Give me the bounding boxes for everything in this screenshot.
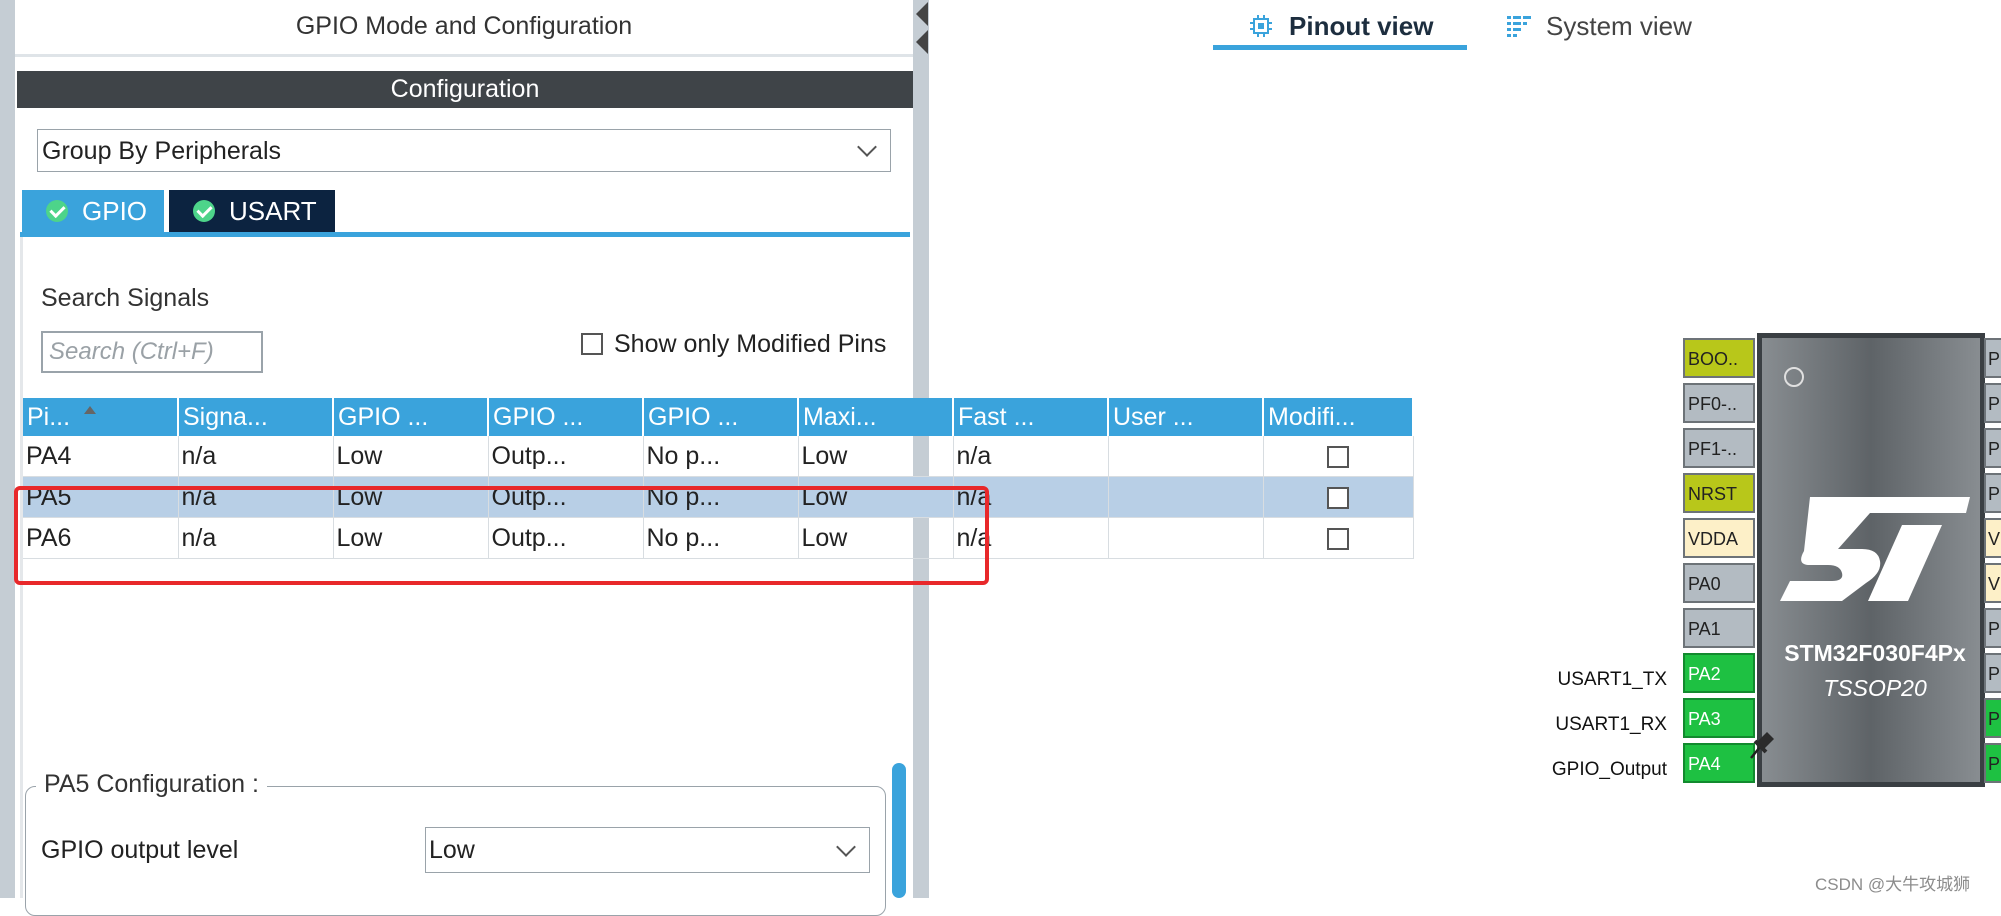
- gpio-output-level-select[interactable]: Low: [425, 827, 870, 873]
- gpio-output-level-value: Low: [429, 836, 475, 864]
- column-header-signal[interactable]: Signa...: [178, 398, 334, 436]
- pin-right-2[interactable]: P: [1984, 383, 2001, 423]
- pin-right-7[interactable]: P: [1984, 608, 2001, 648]
- chip-name: STM32F030F4Px: [1784, 640, 1966, 666]
- signal-label-usart1-tx: USART1_TX: [1557, 669, 1667, 690]
- pin-pf1[interactable]: PF1-..: [1683, 428, 1755, 468]
- pin-pa4[interactable]: PA4: [1683, 743, 1755, 783]
- st-logo-icon: [1780, 497, 1970, 601]
- tab-gpio-label: GPIO: [82, 196, 148, 226]
- collapse-left-icon[interactable]: [916, 2, 928, 26]
- configuration-header: Configuration: [17, 71, 913, 108]
- tab-system-view[interactable]: System view: [1500, 6, 1720, 50]
- pin-vdda[interactable]: VDDA: [1683, 518, 1755, 558]
- cell-max-speed: Low: [798, 436, 954, 477]
- pin-right-4[interactable]: P: [1984, 473, 2001, 513]
- tab-gpio[interactable]: GPIO: [22, 190, 164, 232]
- tab-usart-label: USART: [229, 196, 317, 226]
- pin-right-3[interactable]: P: [1984, 428, 2001, 468]
- pin-right-1[interactable]: P: [1984, 338, 2001, 378]
- cell-user-label: [1108, 436, 1264, 477]
- pin-right-8[interactable]: P: [1984, 653, 2001, 693]
- sort-ascending-icon: [84, 405, 97, 414]
- column-header-gpio-pull[interactable]: GPIO ...: [643, 398, 799, 436]
- pin-pa2[interactable]: PA2: [1683, 653, 1755, 693]
- gpio-output-level-label: GPIO output level: [41, 836, 239, 864]
- chip-package-name: TSSOP20: [1823, 675, 1927, 701]
- pin-nrst[interactable]: NRST: [1683, 473, 1755, 513]
- column-header-max-speed[interactable]: Maxi...: [798, 398, 954, 436]
- signal-label-usart1-rx: USART1_RX: [1555, 714, 1667, 735]
- pin-right-5[interactable]: V: [1984, 518, 2001, 558]
- modified-checkbox[interactable]: [1327, 445, 1349, 468]
- chevron-down-icon: [836, 837, 856, 857]
- check-circle-icon: [193, 200, 215, 222]
- cell-user-label: [1108, 476, 1264, 518]
- modified-checkbox[interactable]: [1327, 486, 1349, 509]
- pinout-view-label: Pinout view: [1289, 11, 1434, 41]
- check-circle-icon: [46, 200, 68, 222]
- pin-right-6[interactable]: V: [1984, 563, 2001, 603]
- pin-pa3[interactable]: PA3: [1683, 698, 1755, 738]
- column-header-fast-mode[interactable]: Fast ...: [953, 398, 1109, 436]
- search-signals-label: Search Signals: [41, 284, 210, 312]
- tab-usart[interactable]: USART: [169, 190, 335, 232]
- table-row[interactable]: PA4 n/a Low Outp... No p... Low n/a: [23, 436, 1414, 477]
- show-modified-label: Show only Modified Pins: [614, 330, 887, 358]
- pin-right-10[interactable]: P: [1984, 743, 2001, 783]
- tab-pinout-view[interactable]: Pinout view: [1213, 6, 1467, 50]
- column-header-user-label[interactable]: User ...: [1108, 398, 1264, 436]
- cell-signal: n/a: [178, 436, 334, 477]
- watermark-text: CSDN @大牛攻城狮: [1815, 875, 1971, 894]
- cell-mode: Outp...: [488, 436, 644, 477]
- cell-fast-mode: n/a: [953, 436, 1109, 477]
- pin-boot0[interactable]: BOO..: [1683, 338, 1755, 378]
- column-header-modified[interactable]: Modifi...: [1263, 398, 1414, 436]
- pin-pf0[interactable]: PF0-..: [1683, 383, 1755, 423]
- column-header-pin[interactable]: Pi...: [23, 398, 179, 436]
- pin-pa0[interactable]: PA0: [1683, 563, 1755, 603]
- vertical-scrollbar[interactable]: [892, 763, 906, 898]
- table-header-row: Pi... Signa... GPIO ... GPIO ... GPIO ..…: [23, 398, 1414, 436]
- collapse-left-icon-2[interactable]: [916, 30, 928, 54]
- show-modified-checkbox[interactable]: [581, 333, 603, 355]
- cell-output-level: Low: [333, 436, 489, 477]
- panel-title: GPIO Mode and Configuration: [295, 12, 633, 40]
- modified-checkbox[interactable]: [1327, 527, 1349, 550]
- cell-modified: [1263, 436, 1414, 477]
- cell-pin: PA4: [23, 436, 179, 477]
- group-by-value: Group By Peripherals: [42, 137, 282, 165]
- pin1-marker-dot: [1784, 367, 1804, 387]
- cell-modified: [1263, 476, 1414, 518]
- column-header-gpio-mode[interactable]: GPIO ...: [488, 398, 644, 436]
- search-input[interactable]: [41, 331, 263, 373]
- signal-label-gpio-output: GPIO_Output: [1551, 759, 1667, 780]
- pin-pa1[interactable]: PA1: [1683, 608, 1755, 648]
- pushpin-icon: [1750, 732, 1774, 759]
- cell-pull: No p...: [643, 436, 799, 477]
- chip-icon: [1250, 15, 1272, 37]
- group-by-select[interactable]: Group By Peripherals: [37, 129, 891, 172]
- system-grid-icon: [1507, 16, 1531, 37]
- pa5-configuration-legend: PA5 Configuration :: [36, 770, 267, 799]
- system-view-label: System view: [1546, 11, 1692, 41]
- cell-modified: [1263, 517, 1414, 559]
- red-highlight-annotation: [14, 486, 989, 585]
- chevron-down-icon: [857, 137, 877, 157]
- pin-right-9[interactable]: P: [1984, 698, 2001, 738]
- column-header-gpio-output-level[interactable]: GPIO ...: [333, 398, 489, 436]
- left-edge-strip: [0, 0, 15, 898]
- cell-user-label: [1108, 517, 1264, 559]
